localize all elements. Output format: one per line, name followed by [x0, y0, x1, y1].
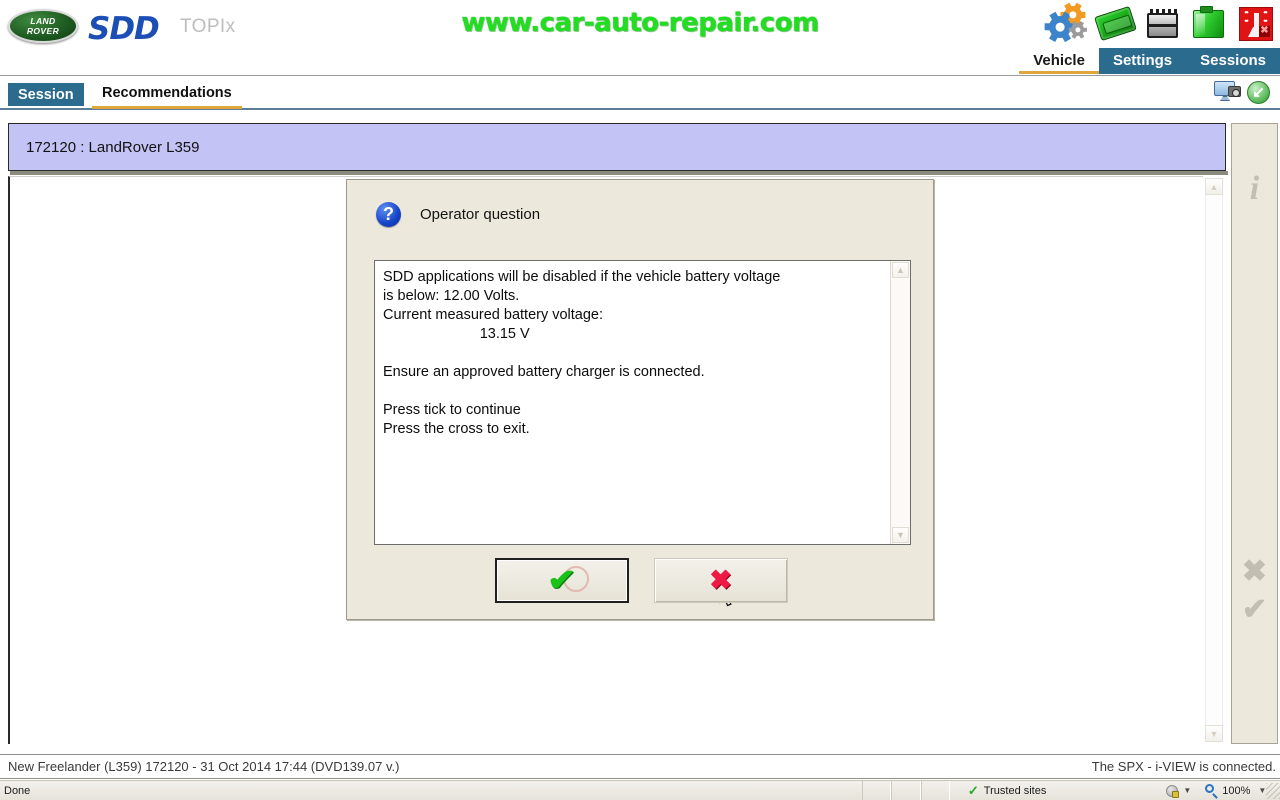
- dialog-message-box: SDD applications will be disabled if the…: [374, 260, 911, 545]
- cancel-button[interactable]: ✖: [653, 558, 788, 603]
- header-tab-vehicle-label: Vehicle: [1033, 51, 1085, 69]
- cross-icon: ✖: [709, 565, 732, 595]
- header-icon-tray: ✖: [1046, 2, 1278, 46]
- dialog-title: Operator question: [420, 205, 541, 223]
- status-cell-1: [861, 781, 892, 800]
- header-tab-sessions-label: Sessions: [1200, 51, 1266, 69]
- header-tab-settings-label: Settings: [1112, 51, 1173, 69]
- screenshot-icon[interactable]: [1214, 80, 1241, 105]
- toolbar-icons: ↙: [1214, 80, 1270, 105]
- fluid-container-icon[interactable]: [1187, 2, 1231, 46]
- side-action-panel: i ✖ ✔: [1231, 123, 1278, 744]
- application-window: LAND ROVER SDD TOPIx www.car-auto-repair…: [0, 0, 1280, 800]
- session-bar-shadow: [10, 171, 1228, 175]
- content-scroll-up-arrow[interactable]: ▲: [1205, 178, 1223, 195]
- vehicle-info-text: New Freelander (L359) 172120 - 31 Oct 20…: [8, 759, 400, 774]
- zoom-level-label: 100%: [1222, 784, 1251, 797]
- dialog-scroll-up-arrow[interactable]: ▲: [892, 262, 909, 278]
- sub-tab-bar: Session Recommendations: [0, 77, 1280, 110]
- header-tab-sessions[interactable]: Sessions: [1186, 48, 1280, 74]
- battery-icon[interactable]: [1140, 2, 1184, 46]
- zoom-caret-icon[interactable]: ▼: [1258, 786, 1266, 795]
- app-header: LAND ROVER SDD TOPIx www.car-auto-repair…: [0, 0, 1280, 76]
- content-scroll-down-arrow[interactable]: ▼: [1205, 725, 1223, 742]
- wireless-x-badge: ✖: [1259, 25, 1270, 37]
- magnifier-icon: [1205, 784, 1219, 799]
- zoom-control[interactable]: 100% ▼: [1205, 784, 1266, 799]
- dialog-button-row: ✔ ✖: [347, 558, 935, 607]
- status-cell-3: [920, 781, 950, 800]
- header-tab-settings[interactable]: Settings: [1098, 48, 1187, 74]
- question-mark-icon: ?: [376, 201, 401, 227]
- header-tab-vehicle[interactable]: Vehicle: [1019, 48, 1099, 74]
- session-header-bar: 172120 : LandRover L359: [8, 123, 1226, 171]
- dialog-message-scrollbar[interactable]: ▲ ▼: [890, 261, 910, 544]
- status-cell-2: [891, 781, 921, 800]
- content-scrollbar-track[interactable]: [1205, 194, 1223, 726]
- tab-recommendations[interactable]: Recommendations: [92, 83, 242, 109]
- dialog-header: ? Operator question: [347, 180, 935, 248]
- back-icon[interactable]: ↙: [1247, 81, 1270, 104]
- resize-grip[interactable]: [1266, 782, 1280, 799]
- browser-status-bar: Done ✓ Trusted sites ▼ 100% ▼: [0, 780, 1280, 800]
- dialog-scroll-down-arrow[interactable]: ▼: [892, 527, 909, 543]
- protected-mode-caret-icon[interactable]: ▼: [1183, 786, 1191, 795]
- session-title: 172120 : LandRover L359: [26, 138, 200, 156]
- status-text: Done: [4, 784, 31, 797]
- trusted-check-icon: ✓: [967, 782, 979, 798]
- zone-protected-mode-icon[interactable]: [1166, 784, 1180, 798]
- dialog-message-text: SDD applications will be disabled if the…: [383, 269, 781, 437]
- tick-button[interactable]: ✔: [1232, 586, 1277, 632]
- device-connection-status: The SPX - i-VIEW is connected.: [1091, 759, 1276, 774]
- security-zone-label: Trusted sites: [983, 784, 1047, 797]
- tab-session-label: Session: [18, 86, 74, 103]
- settings-gears-icon[interactable]: [1046, 2, 1090, 46]
- content-scrollbar[interactable]: ▲ ▼: [1203, 176, 1227, 744]
- tab-recommendations-label: Recommendations: [102, 85, 232, 101]
- security-zone[interactable]: ✓ Trusted sites: [950, 783, 1167, 799]
- wireless-disconnected-icon[interactable]: ✖: [1234, 2, 1278, 46]
- operator-question-dialog: ? Operator question SDD applications wil…: [346, 179, 934, 620]
- vci-module-icon[interactable]: [1093, 2, 1137, 46]
- tab-session[interactable]: Session: [8, 83, 84, 106]
- info-button[interactable]: i: [1232, 166, 1277, 212]
- confirm-button[interactable]: ✔: [494, 558, 735, 607]
- vehicle-info-bar: New Freelander (L359) 172120 - 31 Oct 20…: [0, 754, 1280, 779]
- tick-icon: ✔: [547, 563, 576, 597]
- header-tab-group: Vehicle Settings Sessions: [1019, 48, 1280, 74]
